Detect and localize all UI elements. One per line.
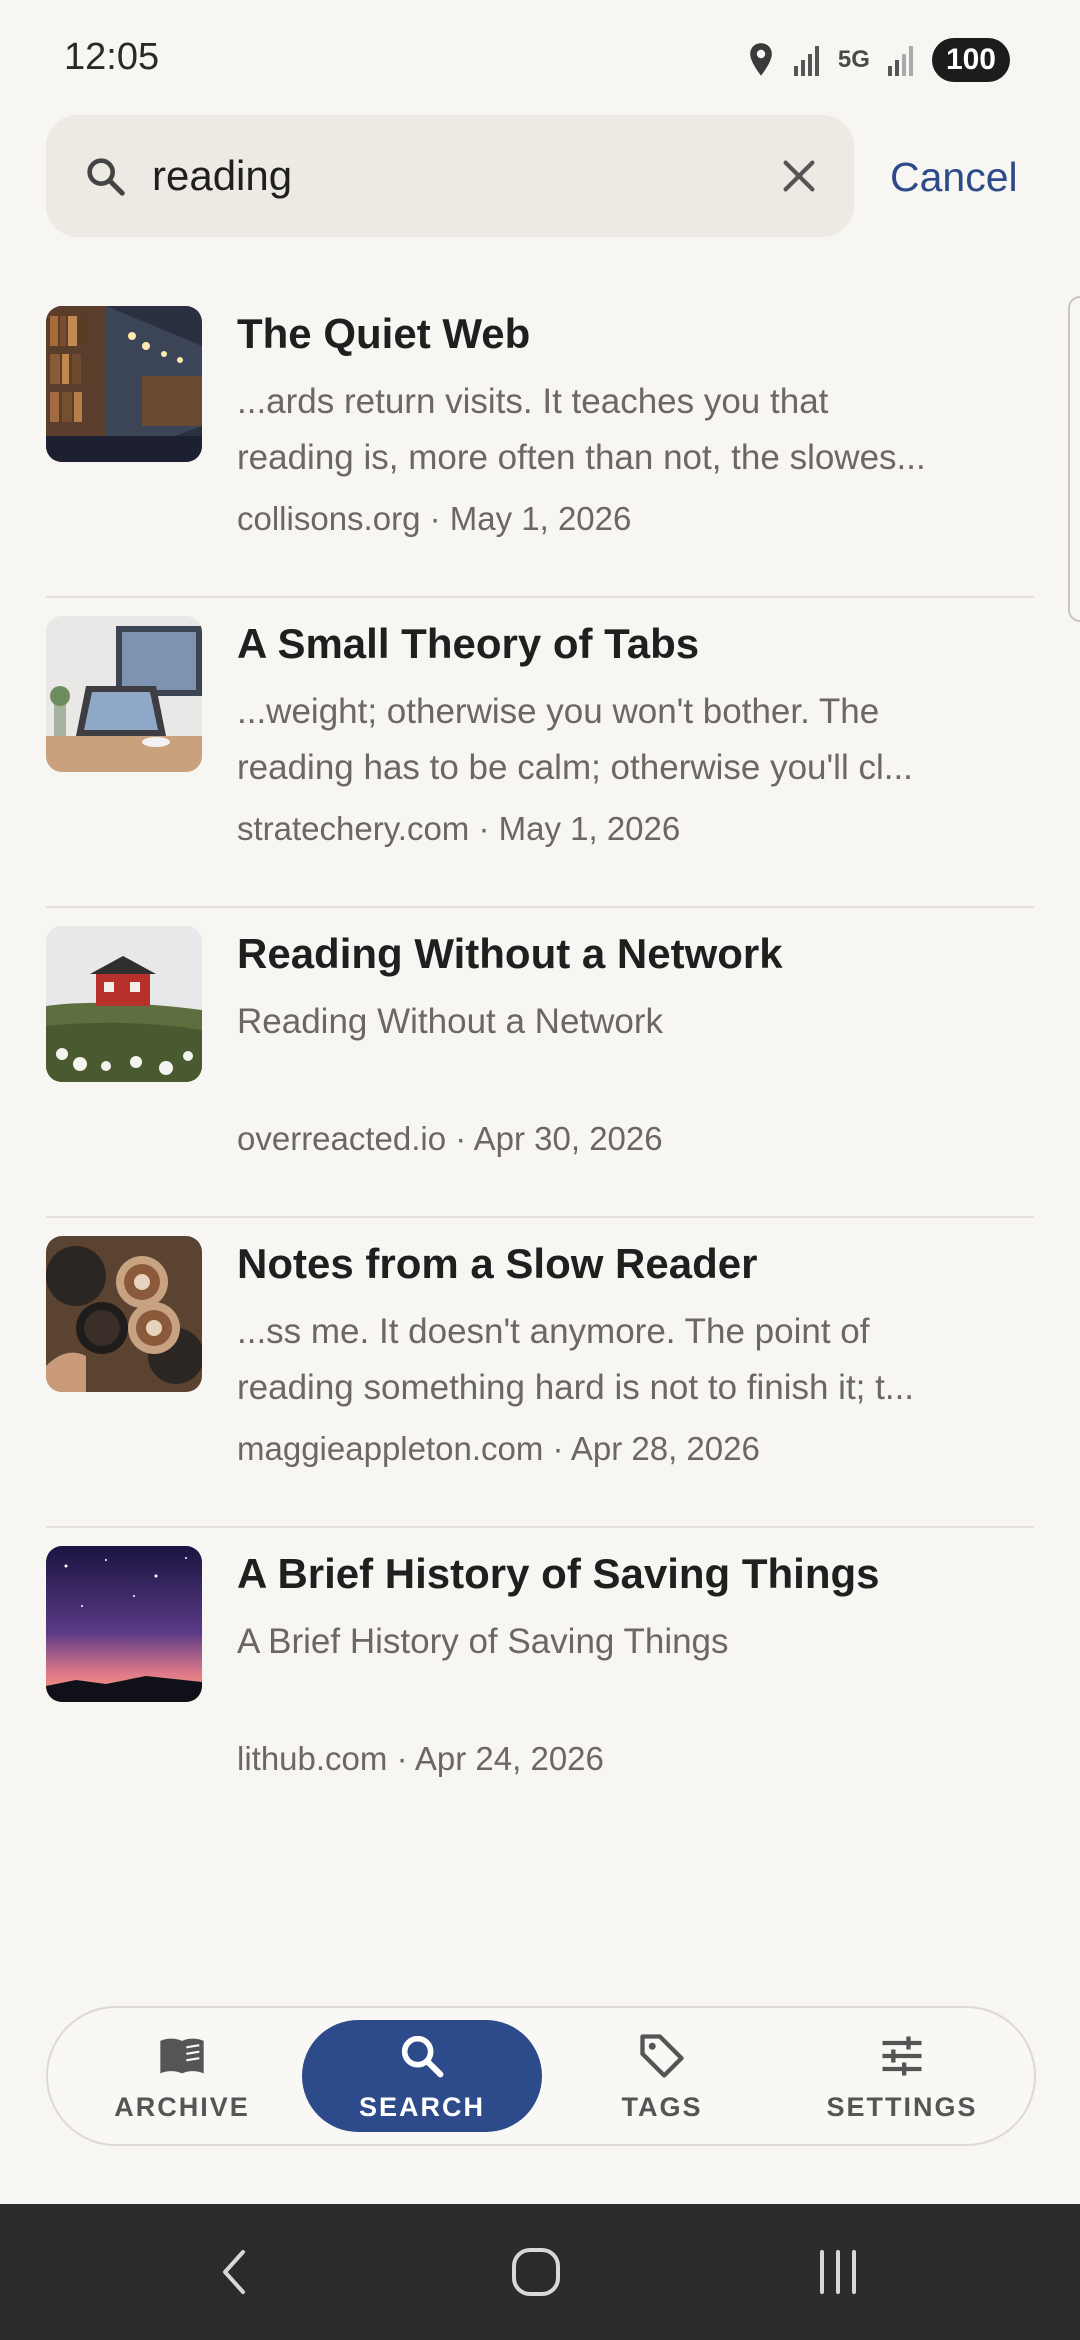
book-icon — [160, 2038, 204, 2074]
desk-laptop-image — [46, 616, 202, 772]
result-meta: stratechery.com · May 1, 2026 — [237, 810, 681, 847]
recents-icon[interactable] — [806, 2240, 870, 2304]
result-meta: lithub.com · Apr 24, 2026 — [237, 1740, 604, 1777]
signal-bars-icon — [887, 46, 913, 76]
cancel-button[interactable]: Cancel — [890, 120, 1018, 234]
nav-search[interactable]: SEARCH — [302, 2008, 542, 2144]
nav-label: SEARCH — [358, 2092, 485, 2122]
clear-icon[interactable] — [776, 153, 822, 199]
scrollbar-handle[interactable] — [1068, 296, 1080, 622]
search-icon — [401, 2035, 444, 2078]
nav-label: TAGS — [621, 2092, 703, 2122]
result-title: The Quiet Web — [237, 310, 531, 357]
list-item[interactable]: The Quiet Web ...ards return visits. It … — [46, 288, 1034, 598]
night-sky-image — [46, 1546, 202, 1702]
list-item[interactable]: A Small Theory of Tabs ...weight; otherw… — [46, 598, 1034, 908]
result-meta: collisons.org · May 1, 2026 — [237, 500, 632, 537]
list-item[interactable]: Notes from a Slow Reader ...ss me. It do… — [46, 1218, 1034, 1528]
status-bar: 12:05 5G 100 — [0, 0, 1080, 110]
system-nav-bar — [0, 2204, 1080, 2340]
result-title: A Small Theory of Tabs — [237, 620, 700, 667]
nav-label: ARCHIVE — [114, 2092, 250, 2122]
result-snippet: A Brief History of Saving Things — [237, 1622, 729, 1661]
result-title: A Brief History of Saving Things — [237, 1550, 880, 1597]
search-results-list: The Quiet Web ...ards return visits. It … — [46, 288, 1034, 1836]
nav-label: SETTINGS — [826, 2092, 978, 2122]
status-time: 12:05 — [64, 36, 160, 78]
battery-indicator: 100 — [931, 38, 1010, 82]
bottom-nav: ARCHIVE SEARCH TAGS SETTINGS — [46, 2006, 1036, 2146]
home-icon[interactable] — [504, 2240, 568, 2304]
search-icon — [87, 158, 125, 196]
nav-archive[interactable]: ARCHIVE — [62, 2008, 302, 2144]
search-input[interactable]: reading — [152, 115, 292, 237]
result-title: Notes from a Slow Reader — [237, 1240, 758, 1287]
nav-settings[interactable]: SETTINGS — [782, 2008, 1022, 2144]
back-icon[interactable] — [203, 2240, 267, 2304]
list-item[interactable]: A Brief History of Saving Things A Brief… — [46, 1528, 1034, 1836]
signal-r-icon — [793, 46, 819, 76]
network-type: 5G — [837, 46, 870, 73]
nav-tags[interactable]: TAGS — [542, 2008, 782, 2144]
search-field[interactable]: reading — [46, 115, 854, 237]
status-icons: 5G 100 — [746, 38, 1010, 82]
location-icon — [750, 43, 772, 76]
result-title: Reading Without a Network — [237, 930, 783, 977]
red-cabin-image — [46, 926, 202, 1082]
coffee-cups-image — [46, 1236, 202, 1392]
result-meta: maggieappleton.com · Apr 28, 2026 — [237, 1430, 760, 1467]
result-snippet: ...ss me. It doesn't anymore. The point … — [237, 1312, 915, 1407]
tag-icon — [640, 2034, 684, 2078]
result-snippet: ...ards return visits. It teaches you th… — [237, 382, 926, 477]
result-meta: overreacted.io · Apr 30, 2026 — [237, 1120, 663, 1157]
library-bookshelves-image — [46, 306, 202, 462]
result-snippet: ...weight; otherwise you won't bother. T… — [237, 692, 913, 787]
result-snippet: Reading Without a Network — [237, 1002, 664, 1041]
sliders-icon — [882, 2036, 922, 2076]
list-item[interactable]: Reading Without a Network Reading Withou… — [46, 908, 1034, 1218]
